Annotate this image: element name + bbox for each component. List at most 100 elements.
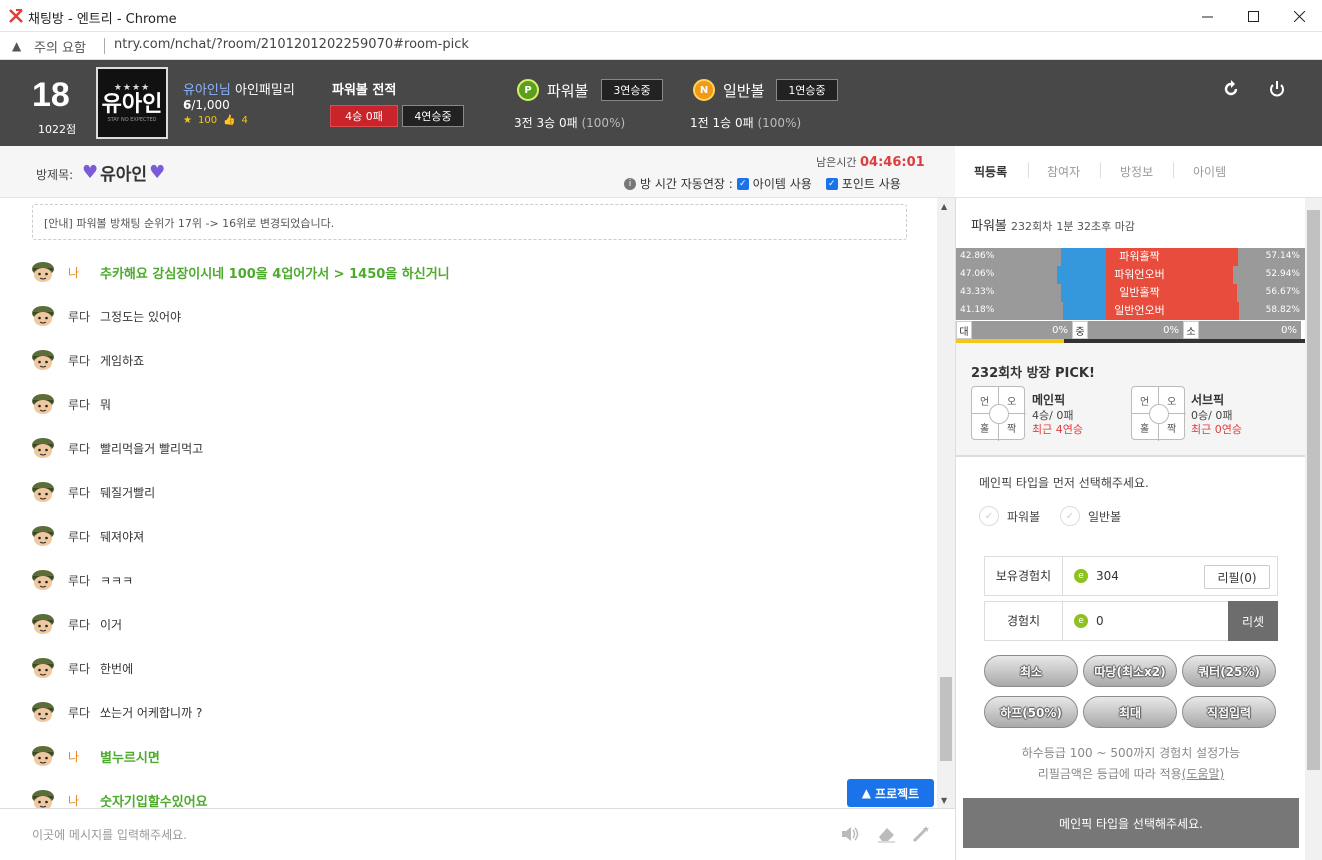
like-count: 4 <box>241 115 248 126</box>
panel-scrollbar[interactable] <box>1305 198 1322 860</box>
family-name: 아인패밀리 <box>234 83 295 98</box>
address-bar[interactable]: ▲ 주의 요함 ntry.com/nchat/?room/21012012022… <box>0 32 1322 60</box>
message-nick[interactable]: 루다 <box>68 704 100 721</box>
soldier-avatar-icon[interactable] <box>30 656 56 680</box>
message-nick[interactable]: 루다 <box>68 528 100 545</box>
magic-wand-icon[interactable] <box>911 825 931 847</box>
item-use-checkbox[interactable]: ✓ <box>736 177 749 190</box>
sub-pick-wheel: 언 오 홀 짝 <box>1131 386 1186 441</box>
room-options: i 방 시간 자동연장 : ✓ 아이템 사용 ✓ 포인트 사용 <box>624 175 901 192</box>
soldier-avatar-icon[interactable] <box>30 436 56 460</box>
url-text[interactable]: ntry.com/nchat/?room/2101201202259070#ro… <box>114 37 469 52</box>
chat-input[interactable]: 이곳에 메시지를 입력해주세요. <box>32 826 187 843</box>
point-use-label[interactable]: 포인트 사용 <box>842 175 901 192</box>
stat-right-bar <box>1173 266 1233 284</box>
eraser-icon[interactable] <box>876 825 896 847</box>
message-text: 쏘는거 어케합니까 ? <box>100 705 203 720</box>
host-pick-title: 232회차 방장 PICK! <box>971 366 1095 381</box>
message-nick[interactable]: 루다 <box>68 660 100 677</box>
info-icon[interactable]: i <box>624 177 636 190</box>
message-nick[interactable]: 루다 <box>68 616 100 633</box>
soldier-avatar-icon[interactable] <box>30 524 56 548</box>
address-separator <box>104 38 105 54</box>
heart-icon: ♥ <box>82 162 99 183</box>
point-use-checkbox[interactable]: ✓ <box>825 177 838 190</box>
reset-button[interactable]: 리셋 <box>1228 601 1278 641</box>
soldier-avatar-icon[interactable] <box>30 348 56 372</box>
warning-icon[interactable]: ▲ <box>12 39 21 53</box>
message-nick[interactable]: 루다 <box>68 352 100 369</box>
scroll-up-icon[interactable]: ▲ <box>941 202 947 211</box>
refresh-icon[interactable] <box>1222 80 1240 103</box>
message-nick[interactable]: 루다 <box>68 572 100 589</box>
item-use-label[interactable]: 아이템 사용 <box>753 175 812 192</box>
soldier-avatar-icon[interactable] <box>30 568 56 592</box>
soldier-avatar-icon[interactable] <box>30 304 56 328</box>
stat-right-pct: 58.82% <box>1265 305 1300 315</box>
chat-log[interactable]: [안내] 파워볼 방채팅 순위가 17위 -> 16위로 변경되었습니다. 나추… <box>0 198 937 808</box>
username-line[interactable]: 유아인님 아인패밀리 <box>183 79 295 98</box>
soldier-avatar-icon[interactable] <box>30 612 56 636</box>
refill-button[interactable]: 리필(0) <box>1204 565 1270 589</box>
speaker-icon[interactable] <box>840 825 860 847</box>
chat-scrollbar[interactable]: ▲ ▼ <box>937 198 955 808</box>
soldier-avatar-icon[interactable] <box>30 260 56 284</box>
message-nick[interactable]: 루다 <box>68 308 100 325</box>
message-text: 그정도는 있어야 <box>100 309 182 324</box>
project-button[interactable]: ▲ 프로젝트 <box>847 779 934 807</box>
choice-normalball[interactable]: ✓ 일반볼 <box>1060 506 1121 526</box>
tab-items[interactable]: 아이템 <box>1193 163 1226 180</box>
maximize-button[interactable] <box>1230 0 1276 32</box>
submit-pick-button[interactable]: 메인픽 타입을 선택해주세요. <box>963 798 1299 848</box>
username[interactable]: 유아인님 <box>183 83 231 98</box>
bet-double-button[interactable]: 따당(최소x2) <box>1083 655 1177 687</box>
minimize-icon <box>1201 16 1213 17</box>
help-link[interactable]: (도움말) <box>1182 767 1224 781</box>
soldier-avatar-icon[interactable] <box>30 788 56 808</box>
powerball-icon: P <box>517 79 539 101</box>
soldier-avatar-icon[interactable] <box>30 392 56 416</box>
stat-left-bar <box>1061 284 1106 302</box>
sub-pick-name: 서브픽 <box>1191 393 1225 407</box>
stat-label: 파워언오버 <box>1106 266 1173 284</box>
message-nick[interactable]: 루다 <box>68 396 100 413</box>
message-nick[interactable]: 루다 <box>68 440 100 457</box>
message-text: 숫자기입할수있어요 <box>100 794 208 809</box>
owned-exp-label: 보유경험치 <box>985 557 1063 595</box>
bet-custom-button[interactable]: 직접입력 <box>1182 696 1276 728</box>
bet-max-button[interactable]: 최대 <box>1083 696 1177 728</box>
star-count: 100 <box>197 115 218 126</box>
message-nick[interactable]: 나 <box>68 264 100 281</box>
round-game: 파워볼 <box>971 219 1007 234</box>
avatar[interactable]: ★★★★ 유아인 STAY NO EXPECTED <box>96 67 168 139</box>
tab-room-info[interactable]: 방정보 <box>1120 163 1153 180</box>
chat-scroll-thumb[interactable] <box>940 677 952 761</box>
choice-powerball[interactable]: ✓ 파워볼 <box>979 506 1040 526</box>
tab-divider <box>1100 162 1101 178</box>
bet-min-button[interactable]: 최소 <box>984 655 1078 687</box>
soldier-avatar-icon[interactable] <box>30 480 56 504</box>
bet-half-button[interactable]: 하프(50%) <box>984 696 1078 728</box>
wheel-center <box>989 404 1009 424</box>
refill-note-text: 리필금액은 등급에 따라 적용 <box>1037 767 1182 781</box>
message-nick[interactable]: 나 <box>68 792 100 809</box>
minimize-button[interactable] <box>1184 0 1230 32</box>
soldier-avatar-icon[interactable] <box>30 744 56 768</box>
remaining-time-value: 04:46:01 <box>859 155 925 170</box>
stat-left-pct: 41.18% <box>960 305 995 315</box>
tab-participants[interactable]: 참여자 <box>1047 163 1080 180</box>
power-icon[interactable] <box>1268 80 1286 103</box>
security-label[interactable]: 주의 요함 <box>34 37 86 56</box>
wheel-under: 언 <box>1140 397 1150 408</box>
scroll-down-icon[interactable]: ▼ <box>941 796 947 805</box>
soldier-avatar-icon[interactable] <box>30 700 56 724</box>
experience-table: 보유경험치 e 304 리필(0) 경험치 e 0 리셋 <box>984 556 1278 646</box>
message-nick[interactable]: 루다 <box>68 484 100 501</box>
exp-input[interactable]: 0 <box>1096 614 1104 628</box>
message-nick[interactable]: 나 <box>68 748 100 765</box>
close-button[interactable] <box>1276 0 1322 32</box>
panel-scroll-thumb[interactable] <box>1307 210 1320 770</box>
bet-quarter-button[interactable]: 쿼터(25%) <box>1182 655 1276 687</box>
user-level: 18 <box>32 76 70 114</box>
tab-pick-register[interactable]: 픽등록 <box>974 163 1007 180</box>
